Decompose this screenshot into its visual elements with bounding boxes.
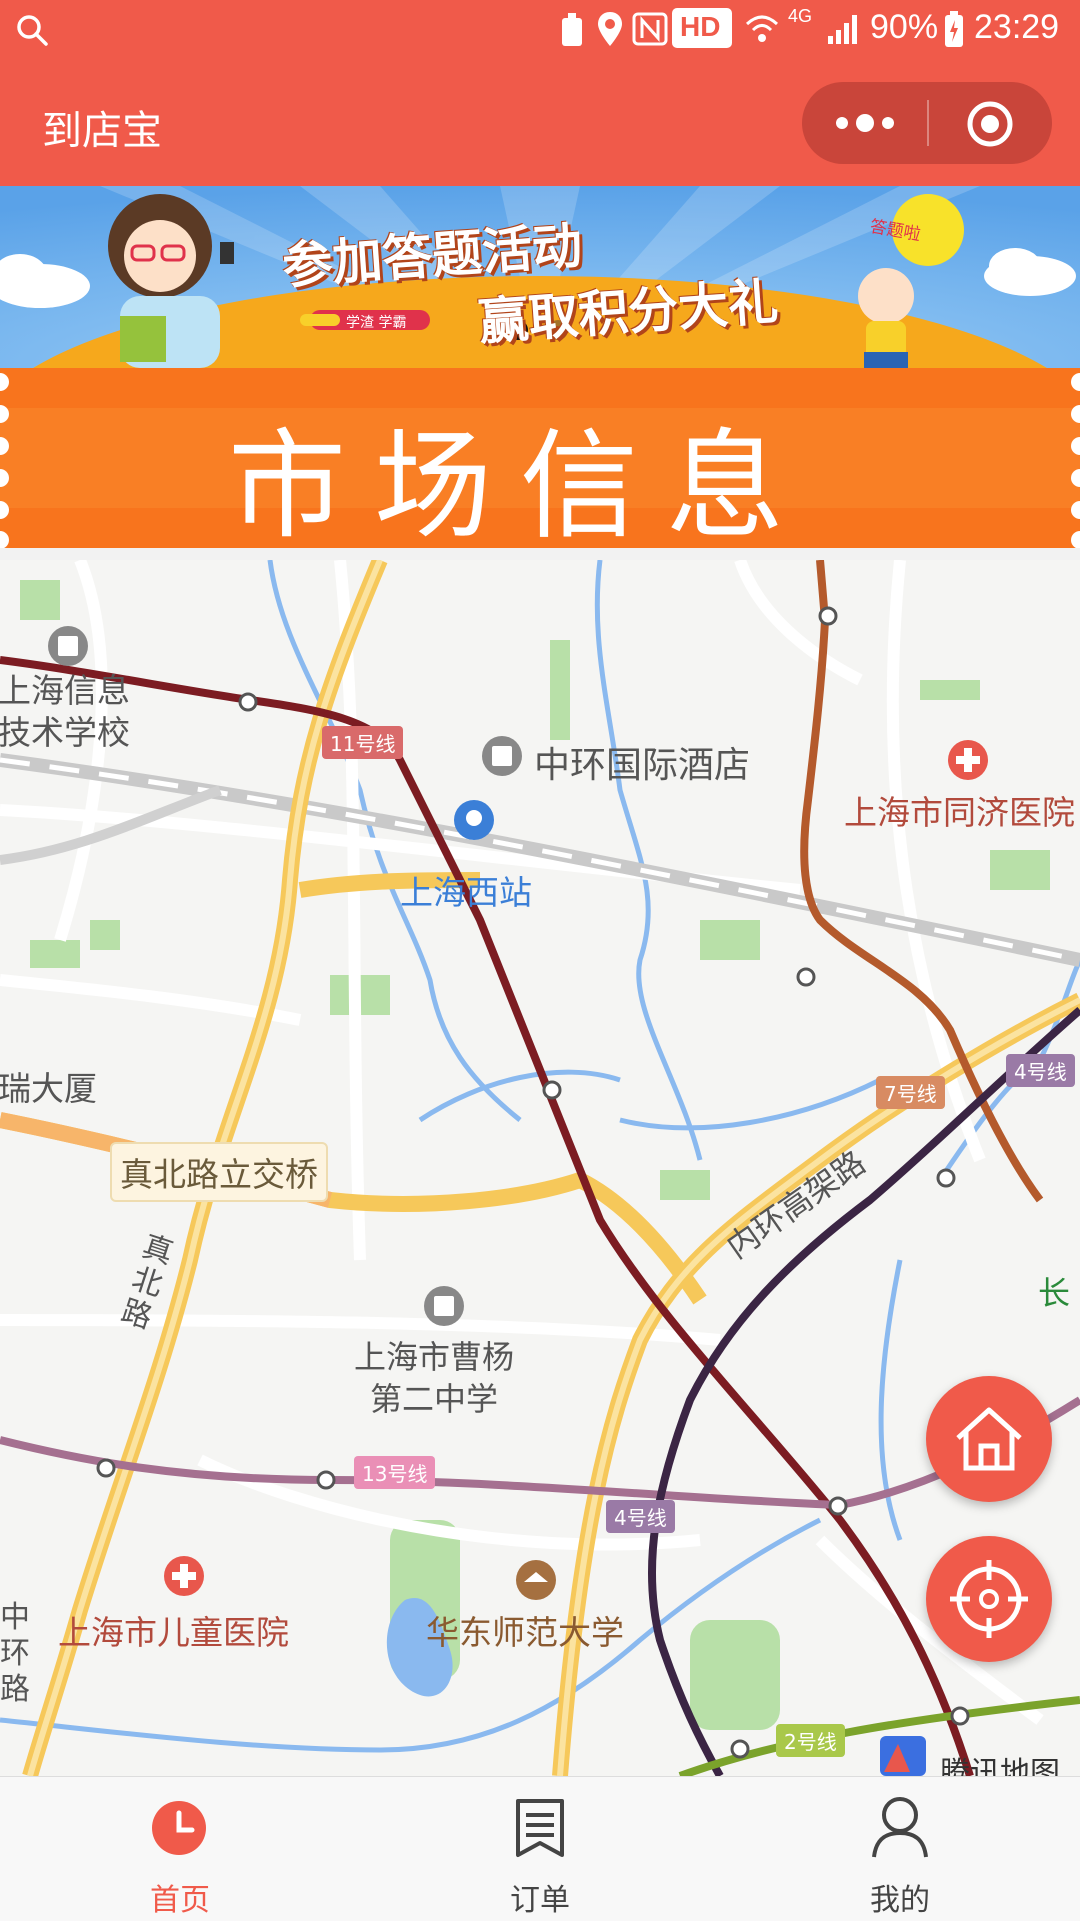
promo-banner[interactable]: 参加答题活动 赢取积分大礼 学渣 学霸 答题啦 bbox=[0, 186, 1080, 368]
capsule-divider bbox=[927, 100, 929, 146]
battery-percent: 90% bbox=[870, 8, 939, 46]
hd-label: HD bbox=[680, 11, 721, 42]
line-badge-4-bottom: 4号线 bbox=[606, 1500, 675, 1533]
app-title: 到店宝 bbox=[42, 108, 162, 154]
home-fab-button[interactable] bbox=[926, 1376, 1052, 1502]
crosshair-icon bbox=[950, 1560, 1028, 1638]
map-label-hospital-children: 上海市儿童医院 bbox=[58, 1613, 289, 1652]
nav-item-mine[interactable]: 我的 bbox=[720, 1777, 1080, 1921]
nav-item-home[interactable]: 首页 bbox=[0, 1777, 360, 1921]
nfc-icon bbox=[632, 12, 668, 46]
more-icon[interactable] bbox=[832, 104, 898, 142]
map-view[interactable]: 上海信息 技术学校 中环国际酒店 上海市同济医院 上海西站 瑞大厦 真北路立交桥… bbox=[0, 560, 1080, 1776]
line-badge-13: 13号线 bbox=[354, 1456, 436, 1489]
nav-item-orders[interactable]: 订单 bbox=[360, 1777, 720, 1921]
mini-program-capsule bbox=[802, 82, 1052, 164]
map-label-chang: 长 bbox=[1038, 1274, 1071, 1312]
user-icon bbox=[872, 1797, 928, 1858]
line-badge-11: 11号线 bbox=[322, 726, 404, 759]
nav-label-orders: 订单 bbox=[510, 1883, 570, 1918]
map-label-bridge: 真北路立交桥 bbox=[110, 1142, 328, 1202]
hd-badge: HD bbox=[672, 8, 732, 48]
map-label-school-caoyang: 上海市曹杨 第二中学 bbox=[354, 1338, 515, 1418]
title-bar: 到店宝 bbox=[0, 62, 1080, 186]
battery-charging-icon bbox=[945, 11, 963, 47]
clock-time: 23:29 bbox=[974, 8, 1060, 46]
line-badge-2: 2号线 bbox=[776, 1724, 845, 1757]
signal-icon bbox=[828, 15, 857, 44]
map-provider-label: 腾讯地图 bbox=[940, 1756, 1060, 1776]
banner-tag: 学渣 学霸 bbox=[346, 315, 407, 331]
line-badge-4-top: 4号线 bbox=[1006, 1054, 1075, 1087]
recycle-battery-icon bbox=[562, 13, 582, 46]
clock-icon bbox=[152, 1801, 206, 1855]
nav-label-mine: 我的 bbox=[870, 1883, 930, 1918]
network-type: 4G bbox=[788, 6, 813, 26]
bottom-nav: 首页 订单 我的 bbox=[0, 1776, 1080, 1921]
map-label-zhonghuan: 中 环 路 bbox=[0, 1600, 30, 1707]
map-label-building: 瑞大厦 bbox=[0, 1069, 97, 1108]
map-label-school-info: 上海信息 技术学校 bbox=[0, 671, 130, 752]
home-icon bbox=[956, 1407, 1022, 1471]
map-label-university: 华东师范大学 bbox=[426, 1613, 624, 1652]
status-bar: HD 4G 90% 23:29 bbox=[0, 0, 1080, 62]
location-icon bbox=[598, 12, 622, 46]
wifi-icon bbox=[745, 15, 779, 42]
map-label-hospital-tongji: 上海市同济医院 bbox=[844, 793, 1075, 832]
market-title: 市场信息 bbox=[227, 417, 812, 548]
locate-fab-button[interactable] bbox=[926, 1536, 1052, 1662]
market-info-banner[interactable]: 市场信息 bbox=[0, 368, 1080, 548]
document-icon bbox=[516, 1799, 564, 1857]
map-label-station: 上海西站 bbox=[400, 873, 532, 912]
nav-label-home: 首页 bbox=[150, 1883, 210, 1918]
line-badge-7: 7号线 bbox=[876, 1076, 945, 1109]
close-target-icon[interactable] bbox=[966, 100, 1014, 148]
map-label-hotel: 中环国际酒店 bbox=[534, 745, 751, 786]
search-icon bbox=[17, 15, 48, 46]
